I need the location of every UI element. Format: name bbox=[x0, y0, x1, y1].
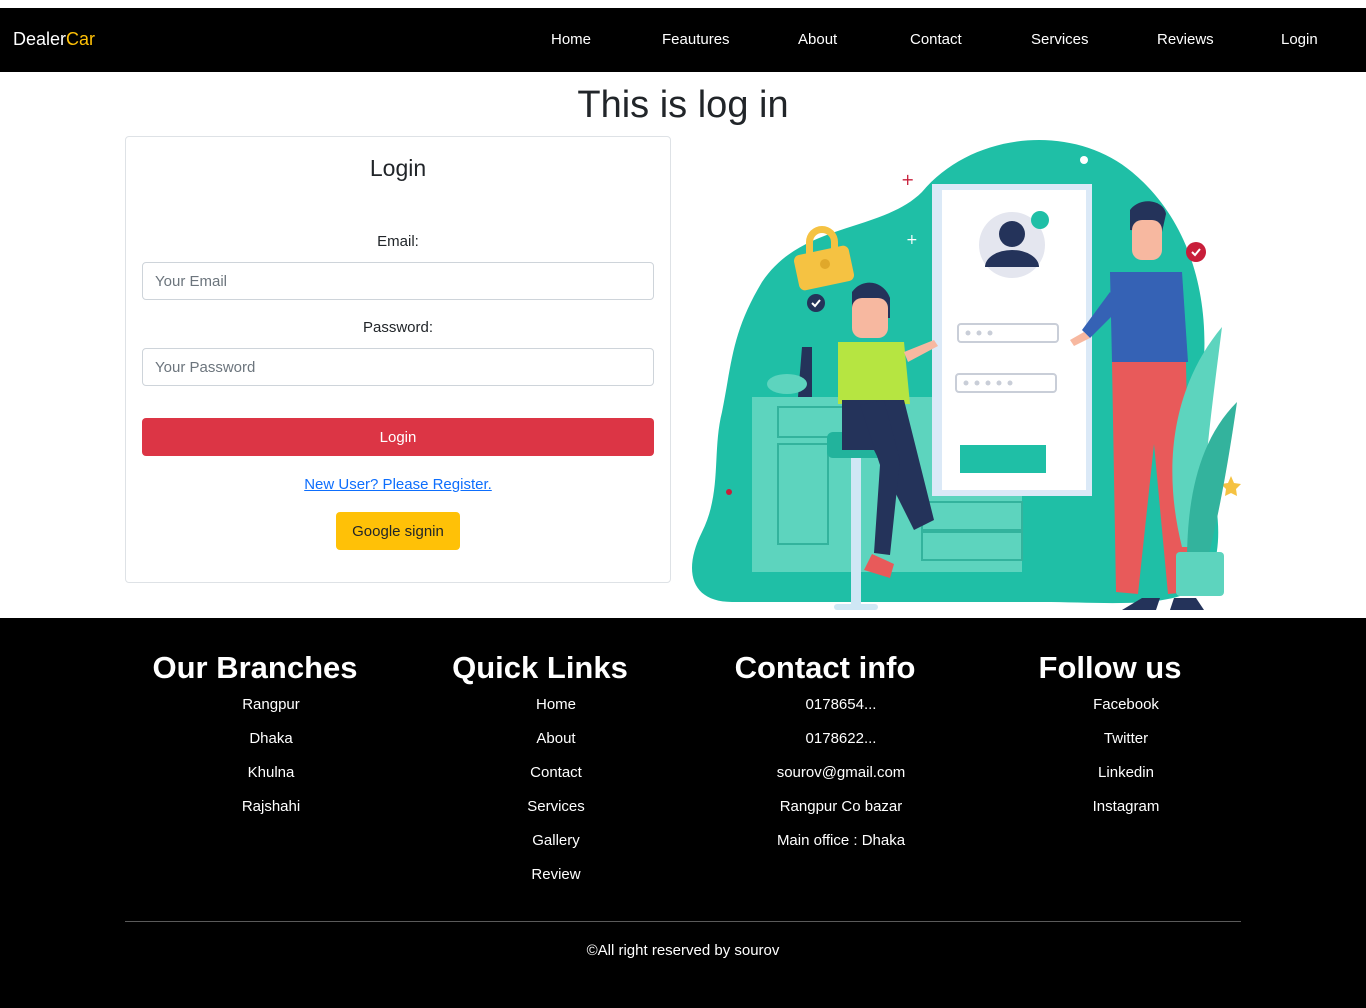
password-field[interactable] bbox=[142, 348, 654, 386]
nav-login[interactable]: Login bbox=[1281, 31, 1318, 48]
social-linkedin[interactable]: Linkedin bbox=[992, 764, 1260, 798]
social-facebook[interactable]: Facebook bbox=[992, 696, 1260, 730]
branch-item: Rangpur bbox=[242, 696, 300, 713]
footer-quick-links: Quick Links Home About Contact Services … bbox=[390, 648, 690, 900]
nav-services[interactable]: Services bbox=[1031, 31, 1089, 48]
navbar: DealerCar Home Feautures About Contact S… bbox=[0, 8, 1366, 72]
footer-branches: Our Branches Rangpur Dhaka Khulna Rajsha… bbox=[105, 648, 405, 832]
branch-item: Khulna bbox=[247, 764, 295, 781]
email-label: Email: bbox=[377, 233, 419, 250]
brand-accent: Car bbox=[66, 29, 96, 49]
svg-text:+: + bbox=[901, 170, 914, 189]
contact-phone: 0178622... bbox=[805, 730, 877, 747]
nav-features[interactable]: Feautures bbox=[662, 31, 730, 48]
quick-link-contact[interactable]: Contact bbox=[422, 764, 690, 798]
email-field[interactable] bbox=[142, 262, 654, 300]
quick-link-about[interactable]: About bbox=[422, 730, 690, 764]
footer-branches-title: Our Branches bbox=[152, 650, 358, 685]
login-card-title: Login bbox=[369, 155, 427, 181]
brand-logo[interactable]: DealerCar bbox=[13, 29, 95, 50]
nav-home[interactable]: Home bbox=[551, 31, 591, 48]
svg-text:+: + bbox=[906, 232, 918, 248]
footer-quick-links-title: Quick Links bbox=[452, 650, 628, 685]
contact-phone: 0178654... bbox=[805, 696, 877, 713]
quick-link-home[interactable]: Home bbox=[422, 696, 690, 730]
contact-main-office: Main office : Dhaka bbox=[776, 832, 906, 849]
contact-address: Rangpur Co bazar bbox=[779, 798, 903, 815]
footer-contact: Contact info 0178654... 0178622... souro… bbox=[675, 648, 975, 866]
nav-about[interactable]: About bbox=[798, 31, 837, 48]
footer: Our Branches Rangpur Dhaka Khulna Rajsha… bbox=[0, 618, 1366, 1008]
page-title: This is log in bbox=[577, 84, 789, 126]
footer-follow-title: Follow us bbox=[1038, 650, 1182, 685]
branch-item: Rajshahi bbox=[241, 798, 301, 815]
branch-item: Dhaka bbox=[249, 730, 293, 747]
footer-contact-title: Contact info bbox=[734, 650, 916, 685]
social-instagram[interactable]: Instagram bbox=[992, 798, 1260, 832]
quick-link-gallery[interactable]: Gallery bbox=[422, 832, 690, 866]
footer-divider bbox=[125, 921, 1241, 922]
footer-follow: Follow us Facebook Twitter Linkedin Inst… bbox=[960, 648, 1260, 832]
login-button[interactable]: Login bbox=[142, 418, 654, 456]
contact-email: sourov@gmail.com bbox=[776, 764, 906, 781]
google-signin-button[interactable]: Google signin bbox=[336, 512, 460, 550]
copyright-text: ©All right reserved by sourov bbox=[586, 942, 780, 959]
social-twitter[interactable]: Twitter bbox=[992, 730, 1260, 764]
nav-contact[interactable]: Contact bbox=[910, 31, 962, 48]
quick-link-services[interactable]: Services bbox=[422, 798, 690, 832]
brand-main: Dealer bbox=[13, 29, 67, 49]
password-label: Password: bbox=[362, 319, 434, 336]
register-link[interactable]: New User? Please Register. bbox=[125, 476, 671, 493]
top-strip bbox=[0, 0, 1366, 8]
quick-link-review[interactable]: Review bbox=[422, 866, 690, 900]
nav-reviews[interactable]: Reviews bbox=[1157, 31, 1214, 48]
login-illustration: + + bbox=[692, 139, 1241, 610]
